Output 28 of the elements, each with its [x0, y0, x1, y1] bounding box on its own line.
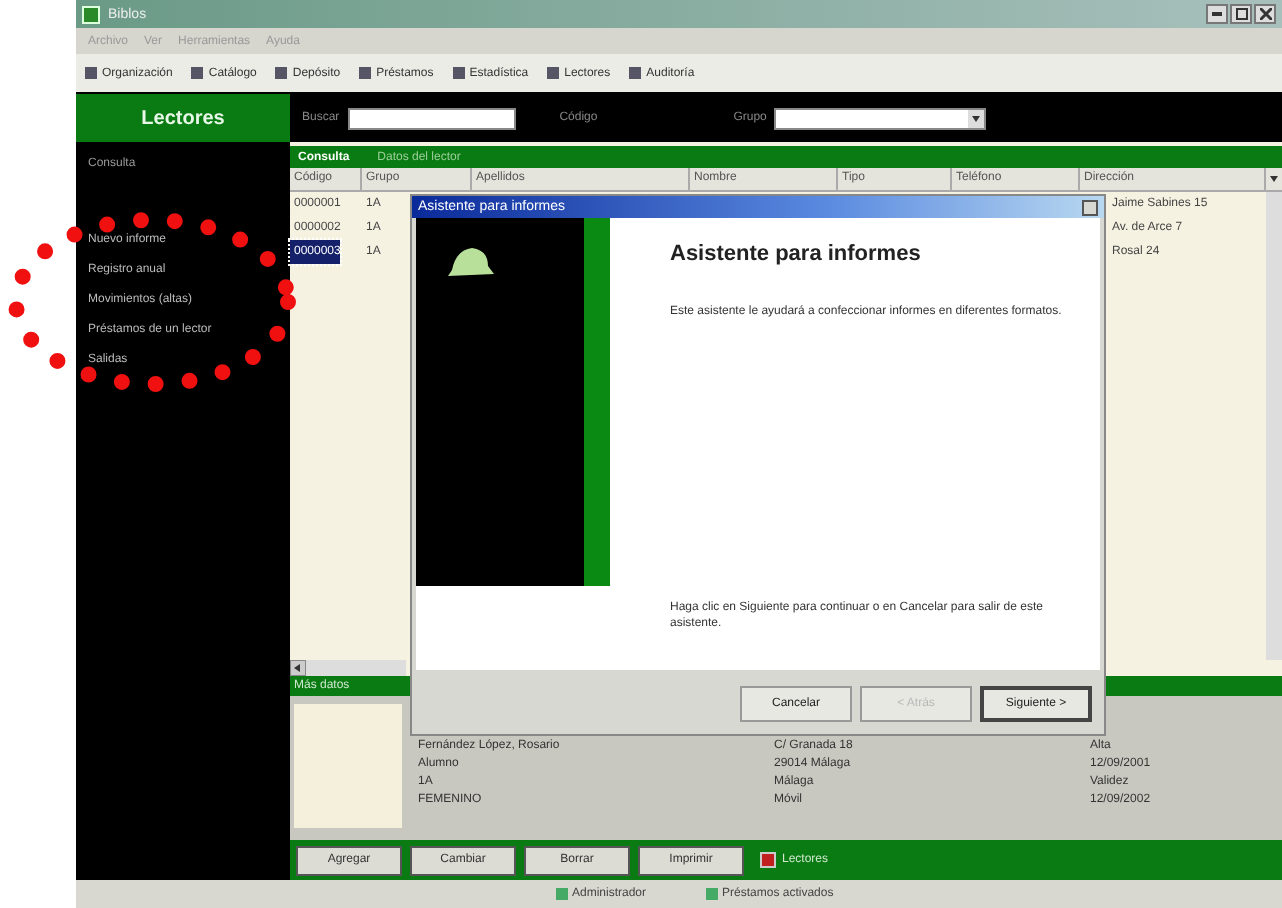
- close-button[interactable]: [1254, 4, 1276, 24]
- search-field[interactable]: [347, 107, 516, 129]
- section-title: Lectores: [76, 94, 290, 142]
- wizard-heading: Asistente para informes: [670, 242, 923, 266]
- group-dropdown[interactable]: [774, 107, 987, 129]
- minimize-icon: [1212, 12, 1222, 16]
- tool-icon: [274, 66, 289, 80]
- maximize-icon: [1235, 8, 1247, 20]
- maximize-button[interactable]: [1230, 4, 1252, 24]
- vertical-scrollbar[interactable]: [1266, 192, 1282, 660]
- dropdown-arrow-icon: [968, 109, 985, 127]
- photo-placeholder: [294, 704, 402, 828]
- tool-icon: [84, 66, 98, 80]
- bell-icon: [444, 242, 496, 282]
- status-icon: [556, 888, 568, 900]
- horizontal-scrollbar[interactable]: [290, 660, 406, 676]
- app-icon: [82, 5, 100, 23]
- tool-icon: [546, 66, 561, 80]
- close-icon: [1259, 8, 1271, 20]
- tool-icon: [628, 66, 643, 80]
- minimize-button[interactable]: [1206, 4, 1228, 24]
- checkbox[interactable]: [760, 852, 776, 868]
- tool-icon: [358, 66, 373, 80]
- tool-icon: [451, 66, 466, 80]
- tool-icon: [190, 66, 205, 80]
- scroll-left-icon: [290, 660, 306, 676]
- close-button[interactable]: [1082, 199, 1098, 215]
- status-icon: [706, 888, 719, 900]
